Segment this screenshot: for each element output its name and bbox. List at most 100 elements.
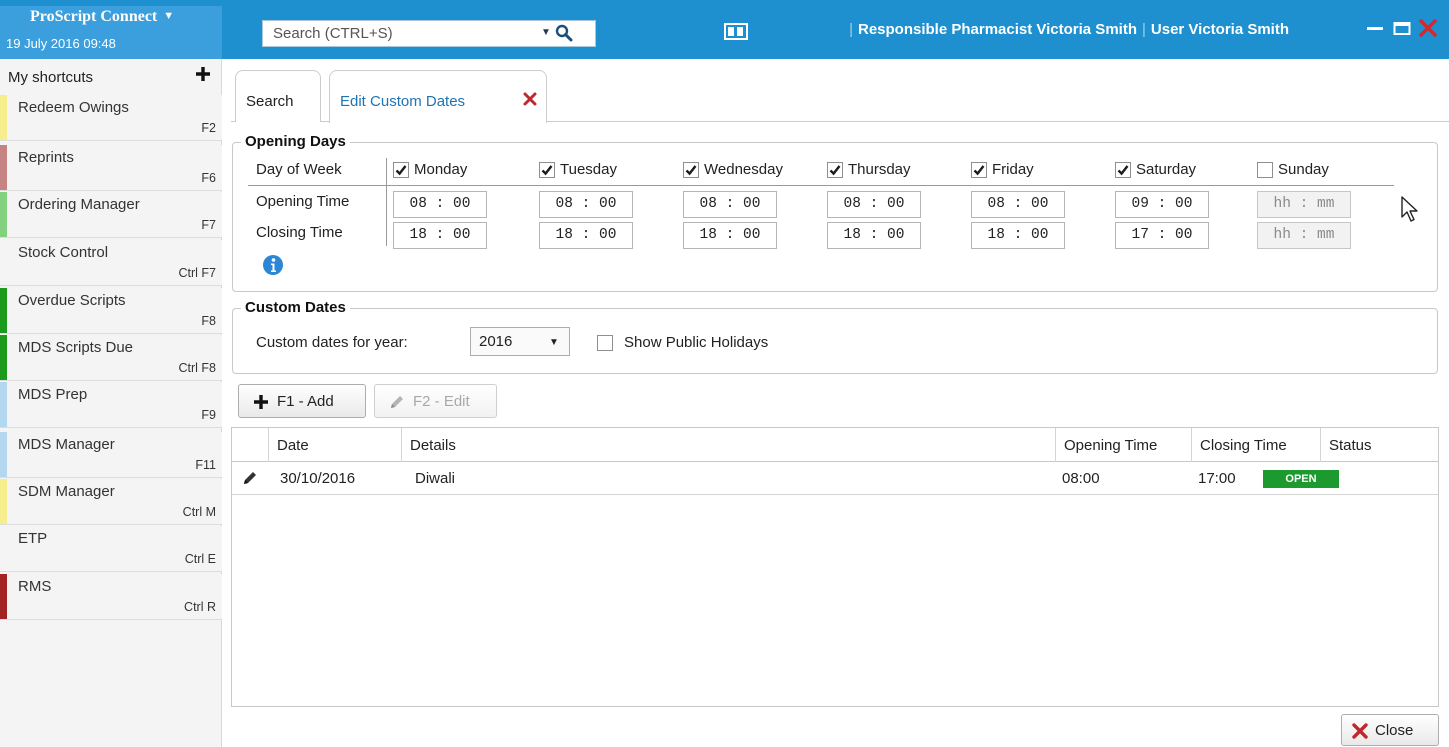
shortcut-item[interactable]: Reprints F6 xyxy=(0,145,222,191)
shortcut-color-bar xyxy=(0,240,7,285)
closing-time-sunday[interactable]: hh : mm xyxy=(1257,222,1351,249)
close-button[interactable]: Close xyxy=(1341,714,1439,746)
closing-time-saturday[interactable]: 17 : 00 xyxy=(1115,222,1209,249)
info-icon[interactable] xyxy=(262,254,284,276)
show-public-holidays-checkbox[interactable] xyxy=(597,335,613,351)
shortcut-key: Ctrl E xyxy=(184,552,216,566)
chevron-down-icon: ▼ xyxy=(549,337,559,348)
tab-strip: Search Edit Custom Dates xyxy=(231,64,1449,123)
pencil-icon xyxy=(391,396,403,408)
title-bar: ProScript Connect▼ 19 July 2016 09:48 ▼ … xyxy=(0,0,1449,59)
shortcut-item[interactable]: MDS Prep F9 xyxy=(0,382,222,428)
opening-time-saturday[interactable]: 09 : 00 xyxy=(1115,191,1209,218)
checkbox[interactable] xyxy=(539,162,555,178)
edit-button-label: F2 - Edit xyxy=(413,393,470,410)
shortcut-label: ETP xyxy=(18,530,48,547)
close-tab-icon[interactable] xyxy=(523,92,537,106)
opening-time-thursday[interactable]: 08 : 00 xyxy=(827,191,921,218)
shortcut-item[interactable]: MDS Manager F11 xyxy=(0,432,222,478)
app-title[interactable]: ProScript Connect ▼ xyxy=(30,8,174,26)
shortcut-item[interactable]: Redeem Owings F2 xyxy=(0,95,222,141)
shortcut-label: RMS xyxy=(18,578,52,595)
column-header-details[interactable]: Details xyxy=(401,428,1055,462)
tab-edit-custom-dates[interactable]: Edit Custom Dates xyxy=(329,70,547,123)
column-header-opening-time[interactable]: Opening Time xyxy=(1055,428,1191,462)
checkbox[interactable] xyxy=(827,162,843,178)
shortcut-item[interactable]: RMS Ctrl R xyxy=(0,574,222,620)
search-icon[interactable] xyxy=(555,24,573,42)
caret-down-icon: ▼ xyxy=(163,10,175,22)
checkbox[interactable] xyxy=(1115,162,1131,178)
checkbox[interactable] xyxy=(393,162,409,178)
app-menu[interactable]: ProScript Connect ▼ 19 July 2016 09:48 xyxy=(0,6,222,59)
checkbox[interactable] xyxy=(683,162,699,178)
closing-time-label: Closing Time xyxy=(256,224,343,241)
shortcut-item[interactable]: Stock Control Ctrl F7 xyxy=(0,240,222,286)
shortcut-key: F6 xyxy=(201,171,216,185)
shortcut-item[interactable]: ETP Ctrl E xyxy=(0,526,222,572)
shortcut-label: Redeem Owings xyxy=(18,99,129,116)
year-select[interactable]: 2016 ▼ xyxy=(470,327,570,356)
maximize-icon[interactable] xyxy=(1392,16,1412,40)
table-row[interactable]: 30/10/2016 Diwali 08:00 17:00 xyxy=(232,462,1438,495)
opening-time-tuesday[interactable]: 08 : 00 xyxy=(539,191,633,218)
shortcut-key: F9 xyxy=(201,408,216,422)
card-reader-icon[interactable] xyxy=(724,23,748,40)
closing-time-monday[interactable]: 18 : 00 xyxy=(393,222,487,249)
shortcut-item[interactable]: SDM Manager Ctrl M xyxy=(0,479,222,525)
opening-time-sunday[interactable]: hh : mm xyxy=(1257,191,1351,218)
search-input[interactable] xyxy=(263,21,533,46)
tab-search[interactable]: Search xyxy=(235,70,321,122)
shortcut-label: Reprints xyxy=(18,149,74,166)
day-label: Tuesday xyxy=(560,161,617,178)
closing-time-friday[interactable]: 18 : 00 xyxy=(971,222,1065,249)
closing-time-tuesday[interactable]: 18 : 00 xyxy=(539,222,633,249)
shortcut-key: F7 xyxy=(201,218,216,232)
shortcut-color-bar xyxy=(0,288,7,333)
shortcut-color-bar xyxy=(0,526,7,571)
shortcut-item[interactable]: MDS Scripts Due Ctrl F8 xyxy=(0,335,222,381)
opening-time-friday[interactable]: 08 : 00 xyxy=(971,191,1065,218)
shortcut-item[interactable]: Ordering Manager F7 xyxy=(0,192,222,238)
custom-dates-table: Date Details Opening Time Closing Time S… xyxy=(231,427,1439,707)
closing-time-wednesday[interactable]: 18 : 00 xyxy=(683,222,777,249)
search-box[interactable]: ▼ xyxy=(262,20,596,47)
close-window-icon[interactable] xyxy=(1416,16,1440,40)
shortcut-color-bar xyxy=(0,479,7,524)
shortcut-color-bar xyxy=(0,574,7,619)
minimize-icon[interactable] xyxy=(1365,16,1385,40)
add-shortcut-icon[interactable] xyxy=(194,65,212,83)
session-info: | Responsible Pharmacist Victoria Smith | U… xyxy=(849,21,1289,38)
column-header-status[interactable]: Status xyxy=(1320,428,1438,462)
close-button-label: Close xyxy=(1375,722,1414,739)
plus-icon xyxy=(254,395,268,409)
shortcut-label: Overdue Scripts xyxy=(18,292,126,309)
opening-time-monday[interactable]: 08 : 00 xyxy=(393,191,487,218)
opening-time-wednesday[interactable]: 08 : 00 xyxy=(683,191,777,218)
column-header-closing-time[interactable]: Closing Time xyxy=(1191,428,1320,462)
current-user[interactable]: User Victoria Smith xyxy=(1151,21,1289,38)
status-badge: OPEN xyxy=(1263,470,1339,488)
pencil-icon[interactable] xyxy=(242,470,258,486)
edit-button[interactable]: F2 - Edit xyxy=(374,384,497,418)
checkbox[interactable] xyxy=(971,162,987,178)
divider xyxy=(248,185,1394,186)
show-public-holidays-label[interactable]: Show Public Holidays xyxy=(624,334,768,351)
checkbox[interactable] xyxy=(1257,162,1273,178)
column-header-date[interactable]: Date xyxy=(268,428,401,462)
closing-time-thursday[interactable]: 18 : 00 xyxy=(827,222,921,249)
shortcut-label: Stock Control xyxy=(18,244,109,261)
shortcut-label: MDS Scripts Due xyxy=(18,339,134,356)
day-label: Saturday xyxy=(1136,161,1197,178)
shortcut-label: SDM Manager xyxy=(18,483,115,500)
shortcut-color-bar xyxy=(0,192,7,237)
responsible-pharmacist[interactable]: Responsible Pharmacist Victoria Smith xyxy=(858,21,1137,38)
shortcut-key: Ctrl F8 xyxy=(178,361,217,375)
table-header: Date Details Opening Time Closing Time S… xyxy=(232,428,1438,462)
search-dropdown-icon[interactable]: ▼ xyxy=(541,27,551,38)
shortcut-key: F8 xyxy=(201,314,216,328)
add-button[interactable]: F1 - Add xyxy=(238,384,366,418)
shortcut-label: MDS Prep xyxy=(18,386,88,403)
shortcut-item[interactable]: Overdue Scripts F8 xyxy=(0,288,222,334)
shortcuts-title: My shortcuts xyxy=(8,69,94,86)
